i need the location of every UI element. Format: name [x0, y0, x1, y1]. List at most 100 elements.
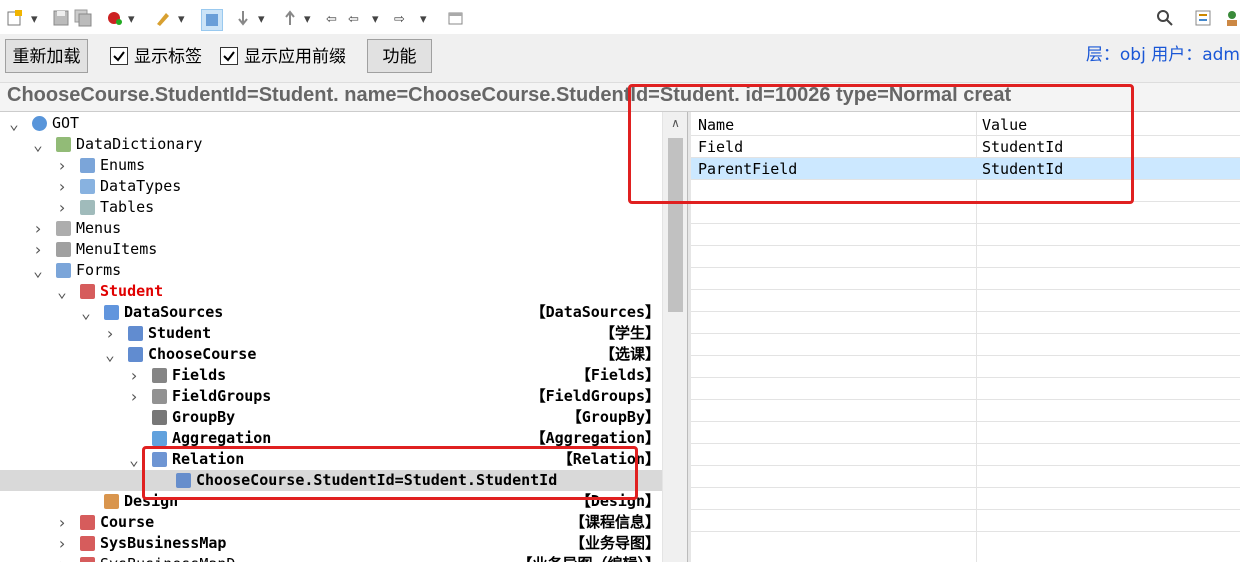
grid-empty-row: [691, 488, 1240, 510]
dropdown-arrow-icon[interactable]: ▾: [258, 9, 265, 31]
tree-node[interactable]: ⌄ DataDictionary: [0, 134, 662, 155]
tree-node-label: Course: [100, 513, 155, 531]
tree-node[interactable]: ⌄ DataSources 【DataSources】: [0, 302, 662, 323]
fieldgroups-icon: [152, 389, 167, 404]
dropdown-arrow-icon[interactable]: ▾: [372, 9, 379, 31]
grid-empty-row: [691, 444, 1240, 466]
chevron-right-icon[interactable]: ›: [32, 218, 44, 239]
tree-node-label: Student: [148, 324, 212, 342]
tree-node-label: Enums: [100, 156, 146, 174]
menu-icon: [56, 221, 71, 236]
chevron-right-icon[interactable]: ›: [128, 386, 140, 407]
chevron-right-icon[interactable]: ›: [56, 512, 68, 533]
tree-node-tag: 【GroupBy】: [566, 408, 660, 426]
tree-node-tag: 【选课】: [599, 345, 660, 363]
dropdown-arrow-icon[interactable]: ▾: [304, 9, 311, 31]
form-icon: [80, 284, 95, 299]
brush-icon[interactable]: [154, 9, 172, 31]
chevron-right-icon[interactable]: ›: [104, 323, 116, 344]
grid-empty-row: [691, 378, 1240, 400]
properties-icon[interactable]: [1194, 9, 1212, 31]
tree-node[interactable]: ⌄ Student: [0, 281, 662, 302]
tree-node-tag: 【业务导图】: [569, 534, 660, 552]
tree-node-label: Forms: [76, 261, 122, 279]
tree-node-label: DataSources: [124, 303, 224, 321]
grid-empty-row: [691, 268, 1240, 290]
move-down-icon[interactable]: [234, 9, 252, 31]
datasource-icon: [128, 347, 143, 362]
save-icon[interactable]: [52, 9, 70, 31]
tree-node[interactable]: › Fields 【Fields】: [0, 365, 662, 386]
fields-icon: [152, 368, 167, 383]
dropdown-arrow-icon[interactable]: ▾: [420, 9, 427, 31]
tree-node[interactable]: › MenuItems: [0, 239, 662, 260]
tree-node-tag: 【FieldGroups】: [530, 387, 660, 405]
form-icon: [80, 557, 95, 562]
chevron-down-icon[interactable]: ⌄: [8, 113, 20, 134]
tree-node[interactable]: ⌄ GOT: [0, 113, 662, 134]
tree-node[interactable]: › SysBusinessMapD... 【业务导图（编辑）】: [0, 554, 662, 562]
tree-node[interactable]: › SysBusinessMap 【业务导图】: [0, 533, 662, 554]
datatype-icon: [80, 179, 95, 194]
highlight-box-relation: [142, 446, 638, 500]
tree-node-label: FieldGroups: [172, 387, 272, 405]
forward-icon[interactable]: ⇨: [394, 9, 405, 31]
compile-icon[interactable]: [106, 9, 124, 31]
chevron-down-icon[interactable]: ⌄: [56, 281, 68, 302]
grid-empty-row: [691, 400, 1240, 422]
chevron-right-icon[interactable]: ›: [128, 365, 140, 386]
tree-node[interactable]: › Course 【课程信息】: [0, 512, 662, 533]
user-icon[interactable]: [1224, 9, 1240, 31]
tree-node-tag: 【业务导图（编辑）】: [517, 554, 660, 562]
grid-empty-row: [691, 422, 1240, 444]
datasources-icon: [104, 305, 119, 320]
dropdown-arrow-icon[interactable]: ▾: [128, 9, 135, 31]
user-info: 层：obj 用户：adm: [1085, 45, 1240, 65]
dropdown-arrow-icon[interactable]: ▾: [31, 9, 38, 31]
chevron-down-icon[interactable]: ⌄: [80, 302, 92, 323]
checkbox-checked-icon[interactable]: [220, 47, 238, 65]
window-icon[interactable]: [447, 9, 465, 31]
tree-node-label: SysBusinessMapD...: [100, 554, 263, 562]
show-prefix-checkbox[interactable]: 显示应用前缀: [220, 46, 360, 68]
checkbox-checked-icon[interactable]: [110, 47, 128, 65]
chevron-down-icon[interactable]: ⌄: [104, 344, 116, 365]
chevron-right-icon[interactable]: ›: [56, 554, 68, 562]
chevron-right-icon[interactable]: ›: [32, 239, 44, 260]
chevron-down-icon[interactable]: ⌄: [32, 134, 44, 155]
tree-node[interactable]: ⌄ ChooseCourse 【选课】: [0, 344, 662, 365]
chevron-right-icon[interactable]: ›: [56, 155, 68, 176]
tree-node[interactable]: ⌄ Forms: [0, 260, 662, 281]
show-labels-checkbox[interactable]: 显示标签: [110, 46, 210, 68]
enum-icon: [80, 158, 95, 173]
aggregation-icon: [152, 431, 167, 446]
tree-node[interactable]: GroupBy 【GroupBy】: [0, 407, 662, 428]
chevron-down-icon[interactable]: ⌄: [128, 449, 140, 470]
tree-node[interactable]: › DataTypes: [0, 176, 662, 197]
data-dictionary-icon: [56, 137, 71, 152]
tree-node[interactable]: › Tables: [0, 197, 662, 218]
dropdown-arrow-icon[interactable]: ▾: [178, 9, 185, 31]
new-icon[interactable]: [6, 9, 24, 31]
tree-node-tag: 【课程信息】: [569, 513, 660, 531]
grid-empty-row: [691, 246, 1240, 268]
chevron-right-icon[interactable]: ›: [56, 176, 68, 197]
chevron-down-icon[interactable]: ⌄: [32, 260, 44, 281]
tree-node-label: DataTypes: [100, 177, 182, 195]
tree-node[interactable]: › Student 【学生】: [0, 323, 662, 344]
tree-node[interactable]: › Enums: [0, 155, 662, 176]
reload-button[interactable]: 重新加载: [5, 39, 88, 73]
table-icon: [80, 200, 95, 215]
select-icon[interactable]: [201, 9, 223, 31]
back-icon[interactable]: ⇦: [326, 9, 337, 31]
tree-node-label: SysBusinessMap: [100, 534, 227, 552]
back-arrow-icon[interactable]: ⇦: [348, 9, 359, 31]
chevron-right-icon[interactable]: ›: [56, 533, 68, 554]
search-icon[interactable]: [1156, 9, 1174, 31]
features-button[interactable]: 功能: [367, 39, 432, 73]
tree-node[interactable]: › Menus: [0, 218, 662, 239]
move-up-icon[interactable]: [281, 9, 299, 31]
tree-node[interactable]: › FieldGroups 【FieldGroups】: [0, 386, 662, 407]
chevron-right-icon[interactable]: ›: [56, 197, 68, 218]
save-all-icon[interactable]: [74, 9, 92, 31]
